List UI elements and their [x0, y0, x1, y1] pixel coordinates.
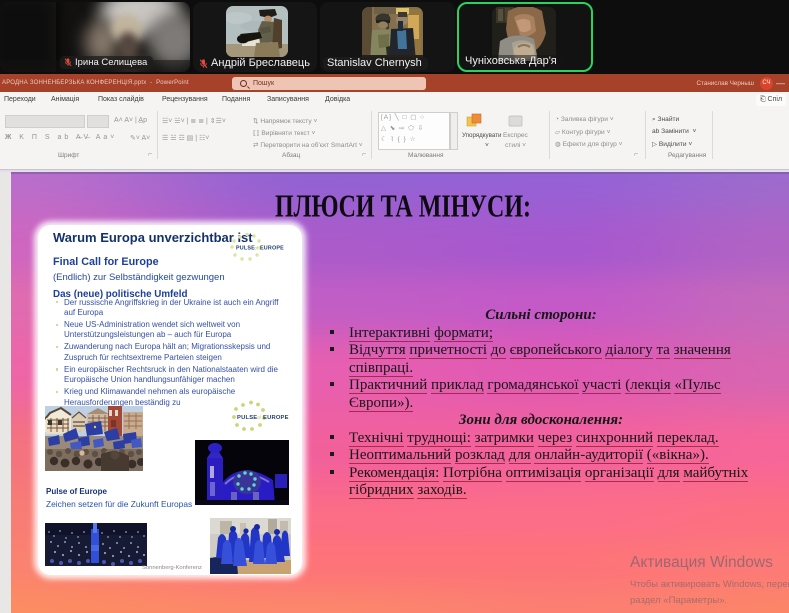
svg-text:PULSE: PULSE [237, 415, 257, 421]
svg-text:PULSE: PULSE [236, 246, 255, 252]
svg-text:of: of [257, 415, 262, 420]
svg-text:of: of [255, 246, 259, 251]
svg-text:EUROPE: EUROPE [263, 415, 289, 421]
svg-text:EUROPE: EUROPE [260, 246, 284, 252]
